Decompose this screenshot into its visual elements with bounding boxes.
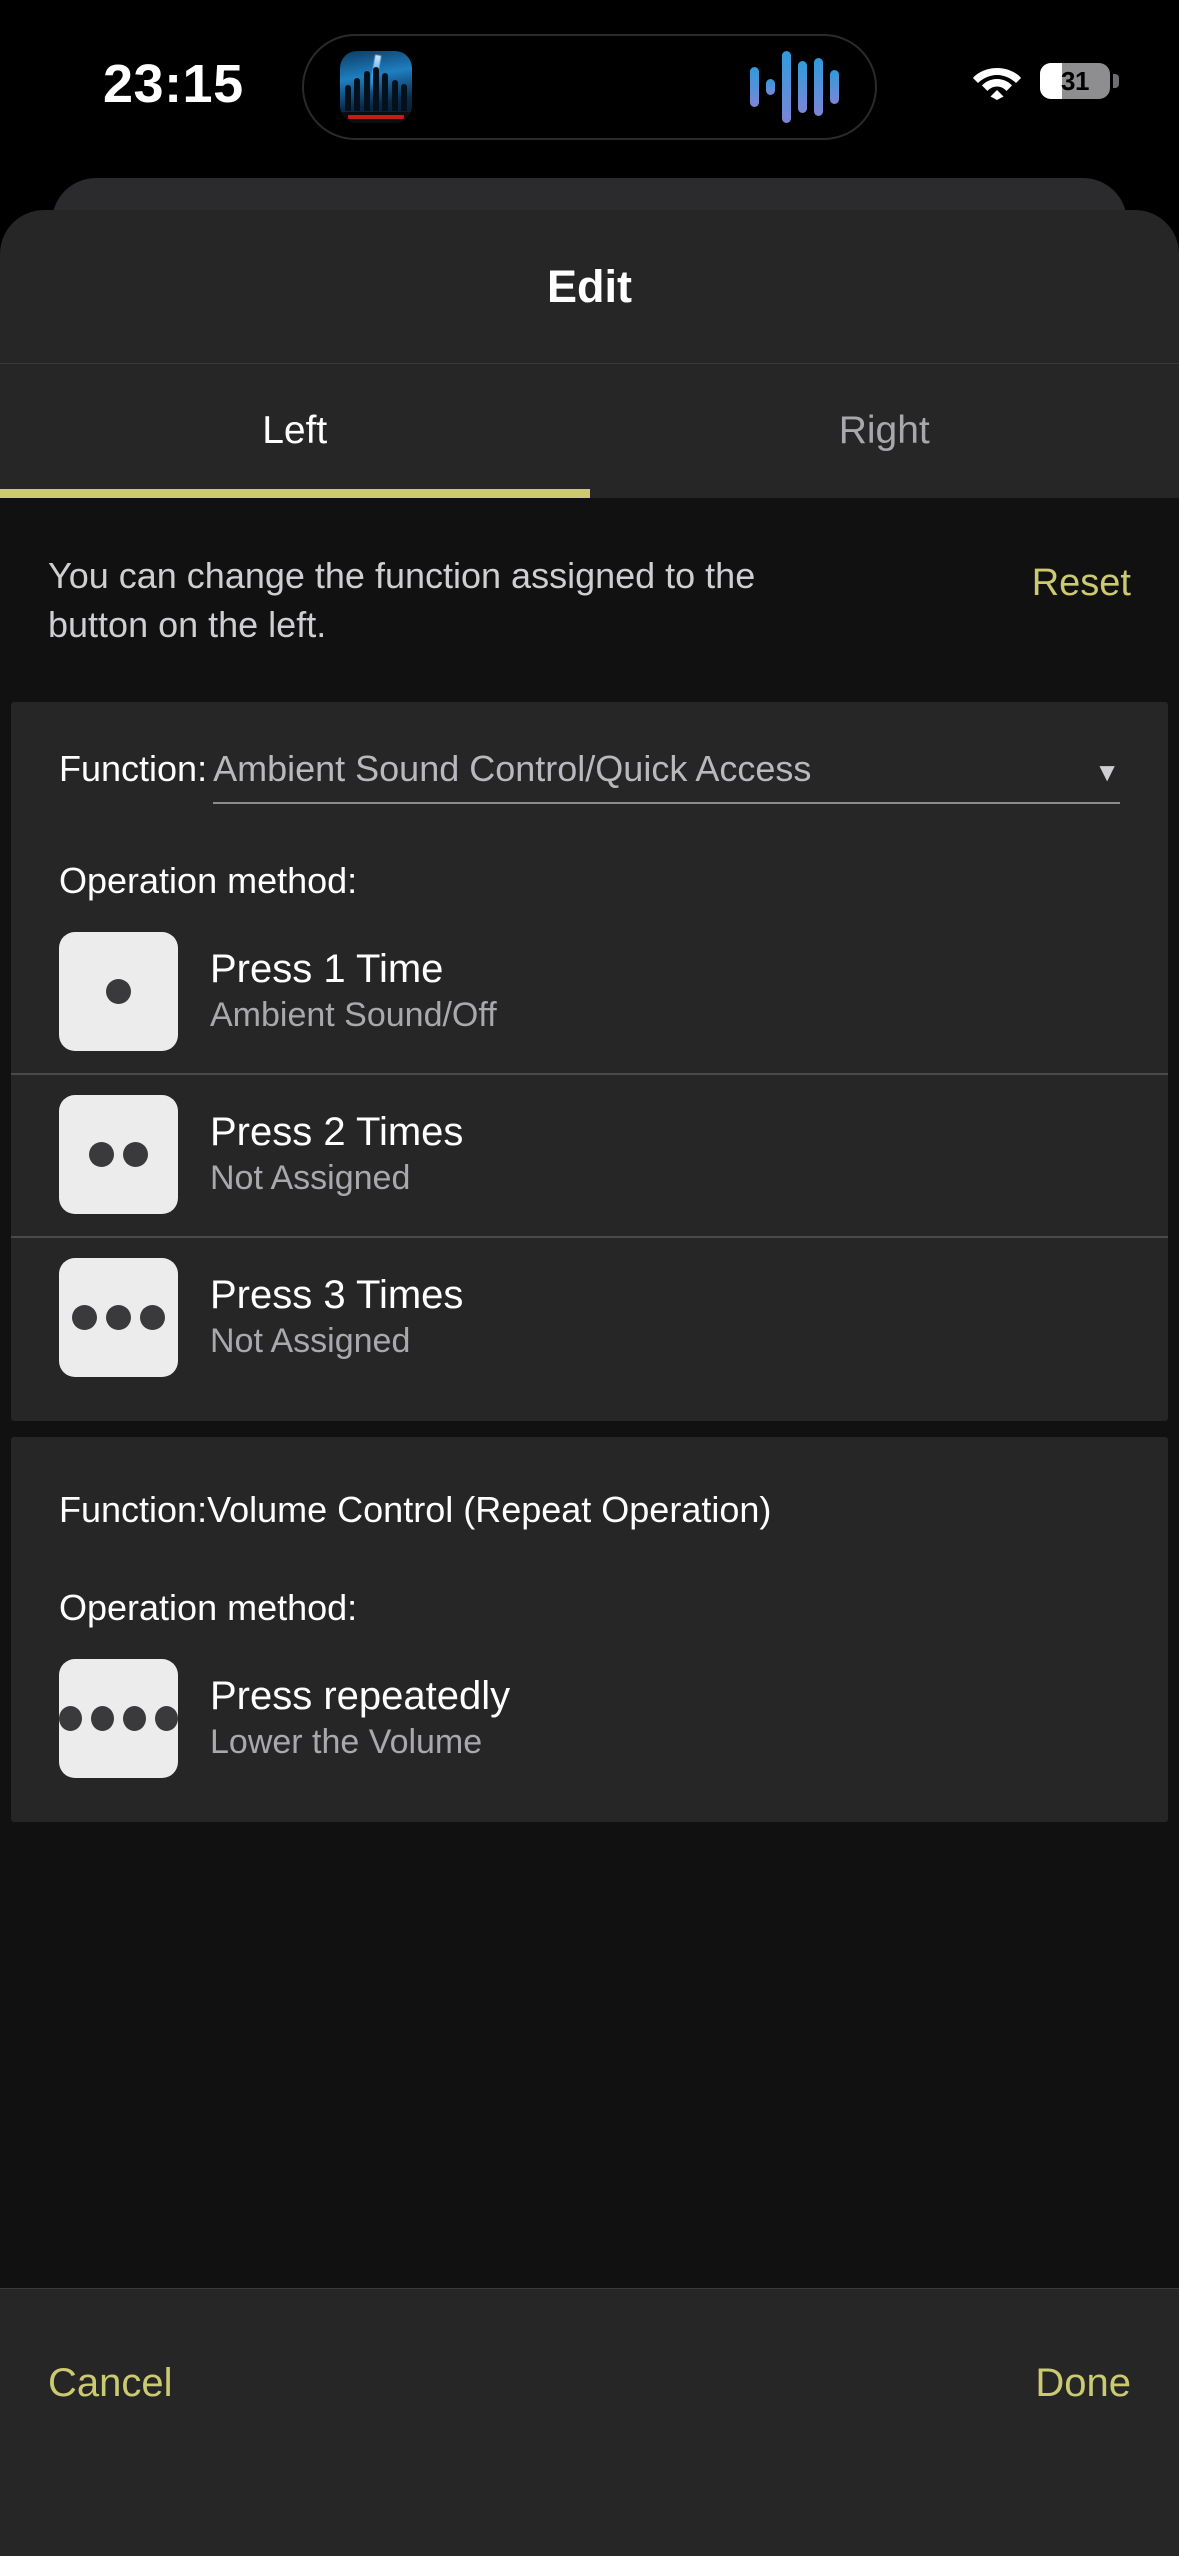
operation-method-label-1: Operation method: — [59, 859, 358, 901]
edit-modal-sheet: Edit Left Right You can change the funct… — [0, 210, 1179, 2556]
album-art-icon[interactable] — [340, 51, 412, 123]
operation-row-texts: Press 1 Time Ambient Sound/Off — [210, 947, 497, 1035]
audio-waveform-icon[interactable] — [750, 50, 839, 124]
settings-scroll-area: You can change the function assigned to … — [0, 498, 1179, 2288]
press-3-dots-icon — [59, 1257, 178, 1377]
function-card-2: Function:Volume Control (Repeat Operatio… — [11, 1436, 1168, 1822]
tab-bar: Left Right — [0, 364, 1179, 498]
battery-body: 31 — [1040, 63, 1110, 99]
battery-fill — [1040, 63, 1062, 99]
function-selector-row[interactable]: Function: Ambient Sound Control/Quick Ac… — [11, 702, 1168, 804]
operation-subtitle: Ambient Sound/Off — [210, 996, 497, 1035]
operation-row-texts: Press repeatedly Lower the Volume — [210, 1674, 510, 1762]
phone-screen: 23:15 31 Edit Left Right You can change … — [0, 0, 1179, 2556]
page-title: Edit — [547, 260, 632, 312]
press-1-dot-icon — [59, 931, 178, 1051]
operation-row-press-1[interactable]: Press 1 Time Ambient Sound/Off — [11, 912, 1168, 1073]
operation-row-press-repeatedly[interactable]: Press repeatedly Lower the Volume — [11, 1639, 1168, 1800]
function-card-1: Function: Ambient Sound Control/Quick Ac… — [11, 701, 1168, 1421]
operation-row-texts: Press 2 Times Not Assigned — [210, 1110, 463, 1198]
dynamic-island[interactable] — [302, 34, 877, 140]
album-title-strip — [340, 112, 412, 123]
tab-left[interactable]: Left — [0, 364, 590, 498]
tab-right[interactable]: Right — [590, 364, 1179, 498]
wifi-icon — [973, 68, 1021, 100]
operation-title: Press 3 Times — [210, 1273, 464, 1318]
modal-action-bar: Cancel Done — [0, 2288, 1179, 2406]
operation-row-texts: Press 3 Times Not Assigned — [210, 1273, 463, 1361]
operation-subtitle: Not Assigned — [210, 1159, 411, 1198]
battery-nub-icon — [1113, 74, 1119, 88]
function-label: Function: — [59, 747, 208, 789]
operation-subtitle: Lower the Volume — [210, 1723, 483, 1762]
press-2-dots-icon — [59, 1094, 178, 1214]
done-button[interactable]: Done — [1035, 2361, 1131, 2406]
intro-block: You can change the function assigned to … — [0, 498, 1179, 702]
press-4-dots-icon — [59, 1658, 178, 1778]
reset-button[interactable]: Reset — [1032, 552, 1131, 605]
chevron-down-icon: ▼ — [1094, 756, 1120, 787]
function-label-volume-control: Function:Volume Control (Repeat Operatio… — [59, 1488, 772, 1530]
function-dropdown[interactable]: Ambient Sound Control/Quick Access ▼ — [213, 748, 1120, 804]
operation-subtitle: Not Assigned — [210, 1322, 411, 1361]
operation-row-press-2[interactable]: Press 2 Times Not Assigned — [11, 1072, 1168, 1236]
operation-title: Press 1 Time — [210, 947, 444, 992]
operation-title: Press repeatedly — [210, 1674, 511, 1719]
battery-indicator: 31 — [1040, 63, 1119, 99]
tab-active-indicator — [0, 489, 590, 498]
silhouettes-graphic — [343, 67, 409, 111]
battery-percent-label: 31 — [1061, 65, 1089, 96]
status-bar-indicators: 31 — [972, 62, 1119, 100]
cancel-button[interactable]: Cancel — [48, 2361, 173, 2406]
intro-description: You can change the function assigned to … — [48, 555, 756, 645]
status-bar-time: 23:15 — [103, 54, 244, 114]
function-selected-value: Ambient Sound Control/Quick Access — [213, 747, 812, 789]
modal-header: Edit — [0, 210, 1179, 364]
operation-method-label-2: Operation method: — [59, 1586, 358, 1628]
operation-title: Press 2 Times — [210, 1110, 464, 1155]
operation-row-press-3[interactable]: Press 3 Times Not Assigned — [11, 1235, 1168, 1399]
